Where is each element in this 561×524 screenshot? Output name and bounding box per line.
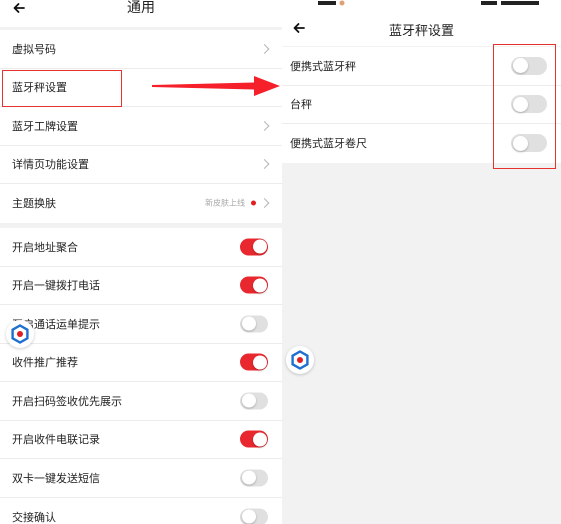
- settings-toggle-group: 开启地址聚合开启一键拨打电话开启通话运单提示收件推广推荐开启扫码签收优先展示 开启…: [0, 228, 282, 524]
- row-label: 蓝牙工牌设置: [12, 119, 78, 133]
- status-bar-right: [481, 0, 541, 5]
- new-skin-text: 新皮肤上线: [205, 198, 245, 208]
- toggle-switch[interactable]: [240, 353, 268, 371]
- page-title: 通用: [127, 0, 155, 16]
- hexagon-logo-icon: [11, 324, 29, 344]
- row-label: 收件推广推荐: [12, 356, 78, 370]
- toggle-knob: [241, 393, 256, 408]
- floating-assistant-button[interactable]: [6, 320, 34, 348]
- floating-assistant-button[interactable]: [286, 346, 314, 374]
- bluetooth-scale-settings-panel: 蓝牙秤设置 便携式蓝牙秤 台秤便携式蓝牙卷尺: [282, 0, 561, 524]
- annotation-arrow: [152, 76, 280, 96]
- status-bar: [282, 0, 561, 10]
- row-label: 开启一键拨打电话: [12, 279, 100, 293]
- chevron-right-icon: [259, 120, 270, 131]
- chevron-right-icon: [259, 43, 270, 54]
- highlight-box-toggles: [493, 44, 556, 169]
- settings-nav-row-3[interactable]: 详情页功能设置: [0, 146, 282, 184]
- row-label: 交接确认: [12, 510, 56, 524]
- row-label: 便携式蓝牙秤: [290, 59, 356, 73]
- red-dot-indicator: [251, 200, 256, 206]
- settings-toggle-row-1: 开启一键拨打电话: [0, 267, 282, 305]
- settings-toggle-row-6: 双卡一键发送短信: [0, 459, 282, 498]
- row-label: 开启扫码签收优先展示: [12, 394, 122, 408]
- toggle-switch[interactable]: [240, 238, 268, 256]
- toggle-knob: [241, 509, 256, 524]
- bluetooth-scale-header: 蓝牙秤设置: [282, 10, 561, 46]
- row-label: 开启地址聚合: [12, 240, 78, 254]
- new-skin-badge: 新皮肤上线: [205, 198, 256, 209]
- toggle-switch[interactable]: [240, 392, 268, 410]
- settings-toggle-row-4: 开启扫码签收优先展示: [0, 382, 282, 421]
- settings-toggle-row-0: 开启地址聚合: [0, 228, 282, 267]
- row-label: 台秤: [290, 98, 312, 112]
- toggle-switch[interactable]: [240, 469, 268, 487]
- chevron-right-icon: [259, 159, 270, 170]
- toggle-knob: [241, 316, 256, 331]
- settings-nav-row-2[interactable]: 蓝牙工牌设置: [0, 107, 282, 146]
- toggle-switch[interactable]: [240, 430, 268, 448]
- status-bar-left: [318, 0, 348, 6]
- hexagon-logo-icon: [291, 350, 309, 370]
- row-label: 便携式蓝牙卷尺: [290, 137, 367, 151]
- toggle-knob: [252, 278, 267, 293]
- toggle-knob: [241, 470, 256, 485]
- toggle-switch[interactable]: [240, 276, 268, 294]
- settings-toggle-row-2: 开启通话运单提示: [0, 305, 282, 344]
- settings-nav-row-0[interactable]: 虚拟号码: [0, 30, 282, 69]
- toggle-knob: [252, 432, 267, 447]
- settings-nav-row-4[interactable]: 主题换肤 新皮肤上线: [0, 184, 282, 223]
- general-header: 通用: [0, 0, 282, 27]
- chevron-right-icon: [259, 198, 270, 209]
- settings-toggle-row-7: 交接确认: [0, 498, 282, 524]
- highlight-box-bluetooth-scale: [2, 70, 122, 107]
- row-label: 虚拟号码: [12, 42, 56, 56]
- settings-toggle-row-3: 收件推广推荐: [0, 344, 282, 382]
- page-title: 蓝牙秤设置: [388, 24, 454, 39]
- row-label: 双卡一键发送短信: [12, 471, 100, 485]
- toggle-switch[interactable]: [240, 315, 268, 333]
- settings-toggle-row-5: 开启收件电联记录: [0, 421, 282, 459]
- settings-nav-group: 虚拟号码 蓝牙秤设置 蓝牙工牌设置 详情页功能设置 主题换肤 新皮肤上线: [0, 30, 282, 223]
- row-label: 开启收件电联记录: [12, 433, 100, 447]
- row-label: 主题换肤: [12, 197, 56, 211]
- toggle-switch[interactable]: [240, 508, 268, 524]
- toggle-knob: [252, 355, 267, 370]
- toggle-knob: [252, 239, 267, 254]
- row-label: 详情页功能设置: [12, 158, 89, 172]
